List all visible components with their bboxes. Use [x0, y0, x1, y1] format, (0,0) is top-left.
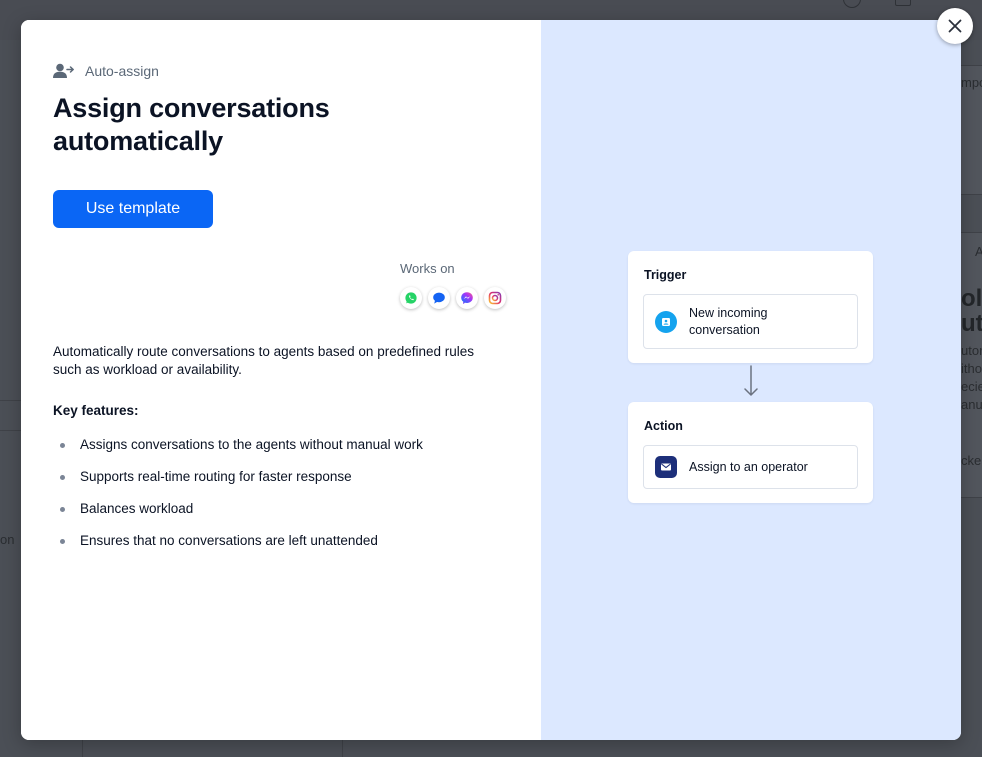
background-divider [0, 400, 21, 401]
arrow-down-icon [744, 365, 758, 396]
category-label: Auto-assign [85, 63, 159, 79]
background-text: A [975, 244, 982, 259]
background-divider [82, 740, 83, 757]
background-text: utor [961, 343, 982, 358]
trigger-step-label: New incoming conversation [689, 305, 768, 337]
action-step-label: Assign to an operator [689, 459, 808, 474]
template-modal: Auto-assign Assign conversations automat… [21, 20, 961, 740]
close-icon [948, 19, 962, 33]
conversation-icon [655, 310, 677, 333]
action-card: Action Assign to an operator [628, 402, 873, 503]
trigger-step: New incoming conversation [643, 294, 858, 349]
assign-user-icon [53, 63, 75, 79]
use-template-button[interactable]: Use template [53, 190, 213, 228]
whatsapp-icon [400, 287, 422, 309]
feature-item: Assigns conversations to the agents with… [53, 433, 423, 465]
feature-item: Supports real-time routing for faster re… [53, 465, 423, 497]
bullet-icon [60, 475, 65, 480]
flow-preview-pane: Trigger New incoming conversation Action [541, 20, 961, 740]
background-text: mpo [961, 75, 982, 90]
category-label-row: Auto-assign [53, 63, 159, 79]
template-title: Assign conversations automatically [53, 93, 330, 156]
close-button[interactable] [937, 8, 973, 44]
trigger-heading: Trigger [644, 268, 687, 282]
background-text: uto [961, 310, 982, 337]
trigger-card: Trigger New incoming conversation [628, 251, 873, 363]
works-on-label: Works on [400, 261, 455, 276]
background-text: olv [961, 285, 982, 312]
chat-bubble-icon [428, 287, 450, 309]
background-text: on [0, 532, 15, 547]
messenger-icon [456, 287, 478, 309]
mail-icon [655, 456, 677, 478]
feature-text: Ensures that no conversations are left u… [80, 533, 378, 548]
feature-text: Assigns conversations to the agents with… [80, 437, 423, 452]
background-bell-icon [895, 0, 911, 6]
feature-text: Supports real-time routing for faster re… [80, 469, 352, 484]
template-details-pane: Auto-assign Assign conversations automat… [21, 20, 541, 740]
background-divider [0, 430, 21, 431]
features-list: Assigns conversations to the agents with… [53, 433, 423, 561]
instagram-icon [484, 287, 506, 309]
bullet-icon [60, 443, 65, 448]
background-text: itho [961, 361, 982, 376]
background-text: anu [961, 397, 982, 412]
bullet-icon [60, 507, 65, 512]
background-text: cke [961, 453, 982, 468]
background-text: ecie [961, 379, 982, 394]
template-description: Automatically route conversations to age… [53, 344, 475, 377]
bullet-icon [60, 539, 65, 544]
action-step: Assign to an operator [643, 445, 858, 489]
background-divider [342, 740, 343, 757]
feature-text: Balances workload [80, 501, 194, 516]
feature-item: Ensures that no conversations are left u… [53, 529, 423, 561]
features-heading: Key features: [53, 403, 139, 418]
action-heading: Action [644, 419, 683, 433]
channel-list [400, 287, 506, 309]
feature-item: Balances workload [53, 497, 423, 529]
